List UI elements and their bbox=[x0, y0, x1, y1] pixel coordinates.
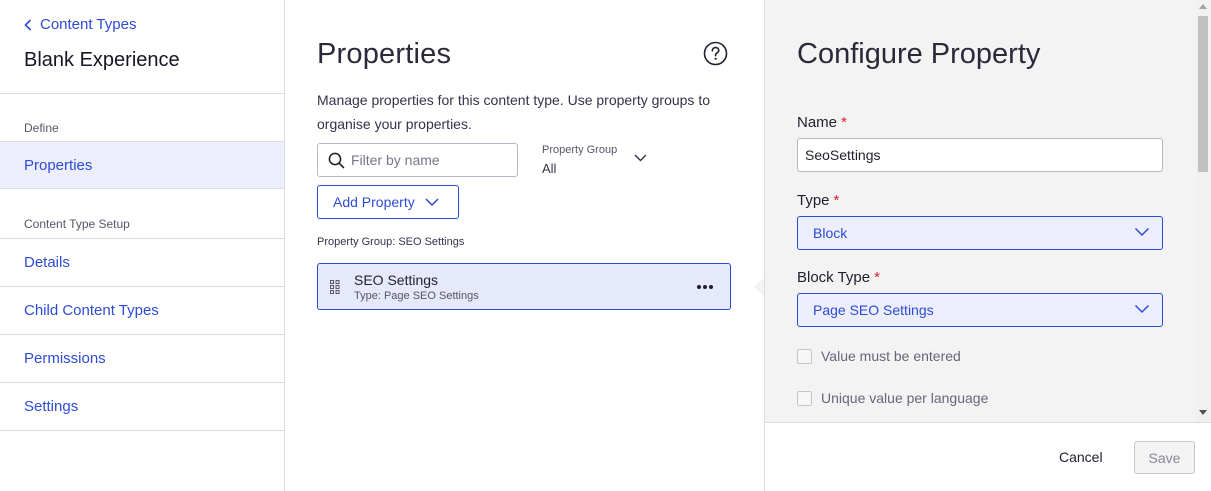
search-icon bbox=[328, 152, 345, 168]
section-label-define: Define bbox=[24, 121, 59, 135]
property-group-header: Property Group: SEO Settings bbox=[317, 236, 465, 248]
scroll-up-arrow-icon[interactable] bbox=[1199, 4, 1207, 9]
more-options-icon[interactable] bbox=[696, 281, 714, 293]
help-icon[interactable] bbox=[703, 41, 728, 66]
type-label-text: Type bbox=[797, 192, 830, 209]
value-required-checkbox[interactable]: Value must be entered bbox=[797, 348, 961, 364]
property-group-select[interactable]: Property Group All bbox=[542, 143, 652, 179]
cancel-button[interactable]: Cancel bbox=[1059, 449, 1103, 465]
sidebar-item-label: Permissions bbox=[24, 350, 106, 367]
filter-input[interactable] bbox=[351, 152, 511, 168]
sidebar-item-properties[interactable]: Properties bbox=[0, 141, 284, 189]
property-type: Type: Page SEO Settings bbox=[354, 290, 479, 302]
filter-field[interactable] bbox=[317, 143, 518, 177]
selection-pointer bbox=[754, 278, 764, 296]
type-select-value: Block bbox=[813, 225, 848, 241]
property-item[interactable]: SEO Settings Type: Page SEO Settings bbox=[317, 263, 731, 310]
property-group-value: All bbox=[542, 161, 557, 176]
configure-property-panel: Configure Property Name* Type* Block Blo… bbox=[764, 0, 1211, 491]
back-link-label: Content Types bbox=[40, 16, 137, 33]
required-marker: * bbox=[841, 114, 847, 131]
property-name: SEO Settings bbox=[354, 272, 439, 288]
block-type-label: Block Type * bbox=[797, 269, 880, 286]
add-property-label: Add Property bbox=[333, 194, 415, 210]
sidebar-item-label: Child Content Types bbox=[24, 302, 159, 319]
sidebar-item-permissions[interactable]: Permissions bbox=[0, 335, 284, 383]
app-window: Content Types Blank Experience Define Pr… bbox=[0, 0, 1211, 491]
content-type-title: Blank Experience bbox=[24, 49, 180, 71]
save-button[interactable]: Save bbox=[1134, 441, 1195, 474]
block-type-select-value: Page SEO Settings bbox=[813, 302, 934, 318]
unique-per-language-checkbox[interactable]: Unique value per language bbox=[797, 390, 988, 406]
configure-title: Configure Property bbox=[797, 38, 1041, 70]
block-type-label-text: Block Type bbox=[797, 269, 871, 286]
page-description: Manage properties for this content type.… bbox=[317, 92, 710, 132]
required-marker: * bbox=[874, 269, 880, 286]
sidebar-item-label: Settings bbox=[24, 398, 79, 415]
type-select[interactable]: Block bbox=[797, 216, 1163, 250]
checkbox-label: Unique value per language bbox=[821, 390, 989, 406]
sidebar: Content Types Blank Experience Define Pr… bbox=[0, 0, 285, 491]
scrollbar[interactable] bbox=[1195, 0, 1211, 422]
back-to-content-types-link[interactable]: Content Types bbox=[24, 16, 136, 33]
properties-panel: Properties Manage properties for this co… bbox=[285, 0, 763, 491]
chevron-down-icon bbox=[425, 198, 439, 206]
section-label-content-type-setup: Content Type Setup bbox=[24, 217, 130, 231]
panel-footer: Cancel Save bbox=[765, 422, 1211, 491]
property-group-label: Property Group bbox=[542, 144, 618, 156]
sidebar-item-label: Details bbox=[24, 254, 70, 271]
checkbox-box[interactable] bbox=[797, 348, 812, 364]
name-label: Name * bbox=[797, 114, 847, 131]
chevron-down-icon bbox=[1134, 227, 1150, 237]
type-label: Type * bbox=[797, 192, 839, 209]
block-type-select[interactable]: Page SEO Settings bbox=[797, 293, 1163, 327]
name-input[interactable] bbox=[797, 138, 1163, 172]
sidebar-item-settings[interactable]: Settings bbox=[0, 383, 284, 431]
divider bbox=[0, 93, 284, 94]
scroll-thumb[interactable] bbox=[1198, 16, 1208, 172]
checkbox-box[interactable] bbox=[797, 390, 812, 406]
chevron-left-icon bbox=[24, 18, 32, 31]
checkbox-label: Value must be entered bbox=[821, 348, 961, 364]
page-title: Properties bbox=[317, 38, 452, 70]
required-marker: * bbox=[833, 192, 840, 209]
name-label-text: Name bbox=[797, 114, 838, 131]
scroll-down-arrow-icon[interactable] bbox=[1199, 410, 1207, 415]
chevron-down-icon bbox=[1134, 304, 1150, 314]
sidebar-item-label: Properties bbox=[24, 156, 93, 174]
chevron-down-icon bbox=[634, 154, 647, 162]
add-property-button[interactable]: Add Property bbox=[317, 185, 459, 219]
sidebar-item-details[interactable]: Details bbox=[0, 239, 284, 287]
sidebar-item-child-content-types[interactable]: Child Content Types bbox=[0, 287, 284, 335]
drag-handle-icon[interactable] bbox=[330, 280, 340, 294]
